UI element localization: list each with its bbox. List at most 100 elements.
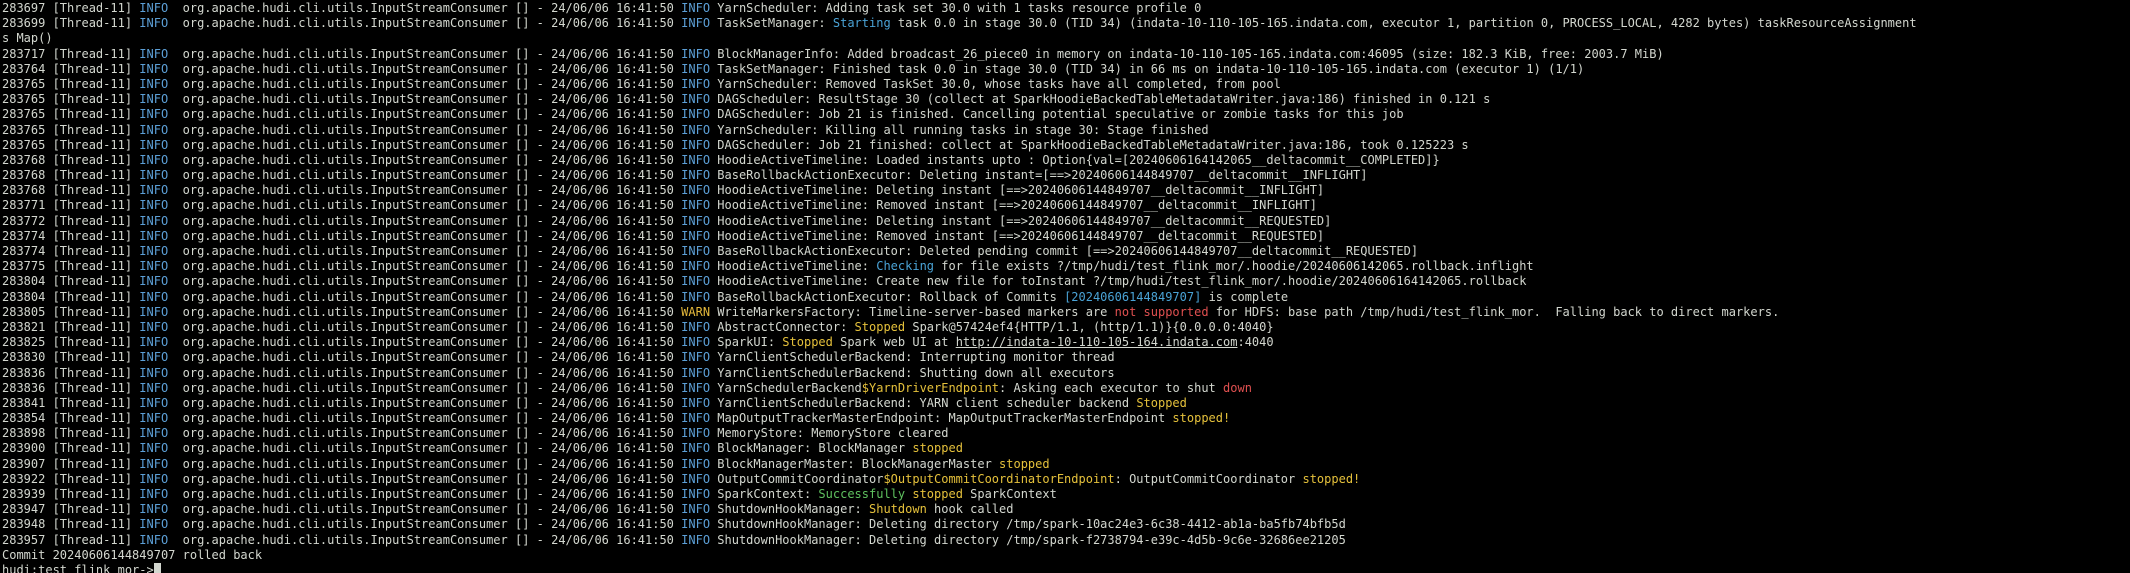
log-text: Starting <box>832 16 891 31</box>
log-line: s Map() <box>2 31 2130 46</box>
log-text: SparkContext: <box>710 487 819 501</box>
log-text: HoodieActiveTimeline: Removed instant [=… <box>710 228 1325 243</box>
log-text: 283768 [Thread-11] <box>2 168 140 183</box>
log-text: $OutputCommitCoordinatorEndpoint <box>883 471 1115 486</box>
log-text: stopped <box>999 456 1050 471</box>
log-text: org.apache.hudi.cli.utils.InputStreamCon… <box>168 16 682 31</box>
log-text: BaseRollbackActionExecutor: Rollback of … <box>710 289 1065 304</box>
log-text: YarnScheduler: Removed TaskSet 30.0, who… <box>710 76 1281 91</box>
log-text: task 0.0 in stage 30.0 (TID 34) (indata-… <box>890 16 1917 31</box>
log-level: INFO <box>681 137 711 152</box>
log-level: INFO <box>681 411 711 426</box>
log-text: org.apache.hudi.cli.utils.InputStreamCon… <box>168 335 682 350</box>
log-line: 283765 [Thread-11] INFO org.apache.hudi.… <box>2 123 2130 138</box>
log-level: INFO <box>139 259 169 274</box>
log-level: INFO <box>139 441 169 456</box>
log-text: org.apache.hudi.cli.utils.InputStreamCon… <box>168 183 682 198</box>
log-text: 283805 [Thread-11] <box>2 304 140 319</box>
log-line: 283774 [Thread-11] INFO org.apache.hudi.… <box>2 244 2130 259</box>
log-level: WARN <box>681 304 711 319</box>
log-text: AbstractConnector: <box>710 319 855 334</box>
log-text: hook called <box>926 502 1014 517</box>
log-text: org.apache.hudi.cli.utils.InputStreamCon… <box>168 395 682 410</box>
log-level: INFO <box>139 137 169 152</box>
log-level: INFO <box>681 274 711 289</box>
log-level: INFO <box>139 92 169 107</box>
log-level: INFO <box>139 274 169 289</box>
log-text: down <box>1223 380 1252 395</box>
log-line: 283771 [Thread-11] INFO org.apache.hudi.… <box>2 198 2130 213</box>
log-text: s Map() <box>2 31 53 46</box>
log-text: Stopped <box>1136 395 1187 410</box>
log-text: HoodieActiveTimeline: Removed instant [=… <box>710 198 1317 213</box>
log-text: org.apache.hudi.cli.utils.InputStreamCon… <box>168 244 682 258</box>
log-level: INFO <box>681 228 711 243</box>
log-text: org.apache.hudi.cli.utils.InputStreamCon… <box>168 213 682 228</box>
log-line: 283717 [Thread-11] INFO org.apache.hudi.… <box>2 47 2130 62</box>
log-level: INFO <box>139 122 169 137</box>
log-line: 283765 [Thread-11] INFO org.apache.hudi.… <box>2 107 2130 122</box>
log-level: INFO <box>139 76 169 91</box>
log-text: org.apache.hudi.cli.utils.InputStreamCon… <box>168 456 682 471</box>
log-text: Spark@57424ef4{HTTP/1.1, (http/1.1)}{0.0… <box>905 319 1274 334</box>
log-line: 283947 [Thread-11] INFO org.apache.hudi.… <box>2 502 2130 517</box>
log-level: INFO <box>681 244 711 258</box>
log-text: org.apache.hudi.cli.utils.InputStreamCon… <box>168 471 682 486</box>
log-line: 283765 [Thread-11] INFO org.apache.hudi.… <box>2 77 2130 92</box>
log-text: 283922 [Thread-11] <box>2 471 140 486</box>
log-text: BlockManagerInfo: Added broadcast_26_pie… <box>710 46 1664 61</box>
log-level: INFO <box>139 502 169 517</box>
log-text: for HDFS: base path /tmp/hudi/test_flink… <box>1208 304 1780 319</box>
result-line: Commit 20240606144849707 rolled back <box>2 547 263 562</box>
log-level: INFO <box>681 1 711 15</box>
log-text: stopped <box>912 487 963 501</box>
log-text: DAGScheduler: Job 21 finished: collect a… <box>710 137 1469 152</box>
log-text: 283947 [Thread-11] <box>2 502 140 517</box>
log-text: 283697 [Thread-11] <box>2 1 140 15</box>
log-text: org.apache.hudi.cli.utils.InputStreamCon… <box>168 259 682 274</box>
log-level: INFO <box>681 213 711 228</box>
log-text: 283836 [Thread-11] <box>2 380 140 395</box>
log-level: INFO <box>681 107 711 122</box>
log-text: : Asking each executor to shut <box>999 380 1224 395</box>
log-level: INFO <box>681 350 711 365</box>
log-text: 283771 [Thread-11] <box>2 198 140 213</box>
log-level: INFO <box>681 471 711 486</box>
terminal-window[interactable]: 283697 [Thread-11] INFO org.apache.hudi.… <box>0 0 2130 573</box>
log-line: 283768 [Thread-11] INFO org.apache.hudi.… <box>2 168 2130 183</box>
log-text: YarnClientSchedulerBackend: Interrupting… <box>710 350 1115 365</box>
log-text: YarnScheduler: Adding task set 30.0 with… <box>710 1 1202 15</box>
log-link[interactable]: http://indata-10-110-105-164.indata.com <box>956 335 1238 349</box>
log-level: INFO <box>681 76 711 91</box>
log-text: 283830 [Thread-11] <box>2 350 140 365</box>
log-text: 283768 [Thread-11] <box>2 183 140 198</box>
log-text: 283772 [Thread-11] <box>2 213 140 228</box>
log-text: 283825 [Thread-11] <box>2 335 140 350</box>
log-line: 283764 [Thread-11] INFO org.apache.hudi.… <box>2 62 2130 77</box>
prompt-line[interactable]: hudi:test_flink_mor-> <box>2 562 2130 573</box>
log-text: org.apache.hudi.cli.utils.InputStreamCon… <box>168 46 682 61</box>
log-text: HoodieActiveTimeline: Create new file fo… <box>710 274 1527 289</box>
log-text: Stopped <box>782 335 833 350</box>
log-line: 283805 [Thread-11] INFO org.apache.hudi.… <box>2 305 2130 320</box>
log-text: Shutdown <box>869 502 927 517</box>
log-line: 283854 [Thread-11] INFO org.apache.hudi.… <box>2 411 2130 426</box>
log-text: YarnClientSchedulerBackend: YARN client … <box>710 395 1137 410</box>
log-text: org.apache.hudi.cli.utils.InputStreamCon… <box>168 61 682 76</box>
log-text: $YarnDriverEndpoint <box>861 380 1000 395</box>
log-level: INFO <box>681 441 711 456</box>
log-level: INFO <box>139 319 169 334</box>
log-text: 283775 [Thread-11] <box>2 259 140 274</box>
log-line: 283907 [Thread-11] INFO org.apache.hudi.… <box>2 457 2130 472</box>
log-text: :4040 <box>1237 335 1274 350</box>
log-text: 283765 [Thread-11] <box>2 122 140 137</box>
log-text: org.apache.hudi.cli.utils.InputStreamCon… <box>168 502 682 517</box>
log-level: INFO <box>139 350 169 365</box>
log-level: INFO <box>681 122 711 137</box>
log-level: INFO <box>139 304 169 319</box>
log-text: org.apache.hudi.cli.utils.InputStreamCon… <box>168 1 682 15</box>
log-level: INFO <box>681 532 711 547</box>
log-text: org.apache.hudi.cli.utils.InputStreamCon… <box>168 365 682 380</box>
log-level: INFO <box>681 183 711 198</box>
log-text: SparkUI: <box>710 335 783 350</box>
